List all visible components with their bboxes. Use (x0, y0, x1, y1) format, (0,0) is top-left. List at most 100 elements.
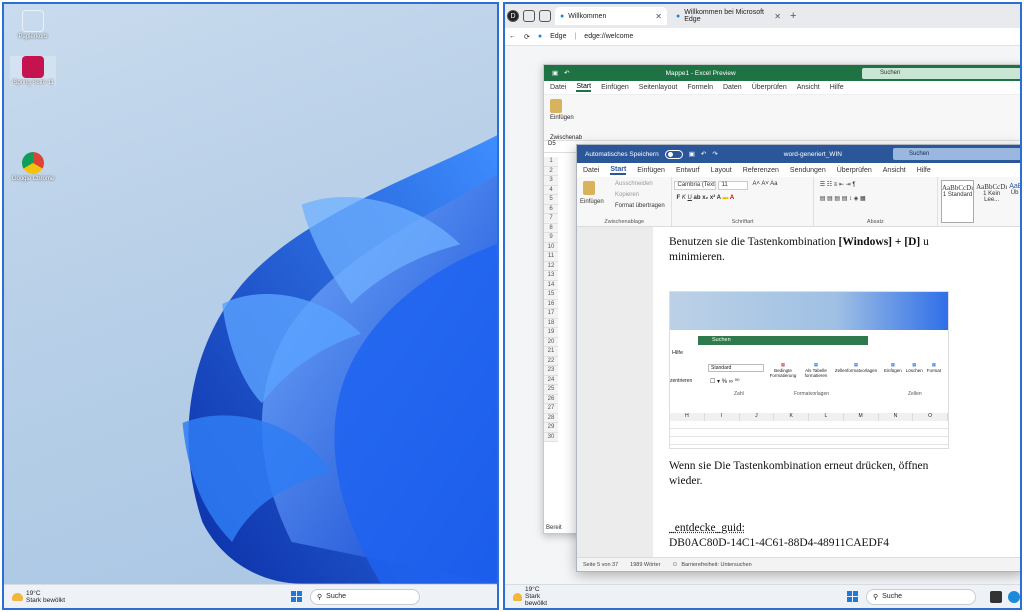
tab-actions-icon[interactable] (539, 10, 551, 22)
copy-button[interactable]: Kopieren (615, 192, 639, 198)
row-header[interactable]: 28 (544, 413, 558, 423)
font-size-select[interactable]: 11 (718, 181, 749, 190)
start-button[interactable] (847, 591, 858, 602)
row-header[interactable]: 13 (544, 271, 558, 281)
word-count[interactable]: 1989 Wörter (630, 562, 660, 568)
close-icon[interactable]: ✕ (655, 12, 662, 21)
styles-group: AaBbCcDı 1 Standard AaBbCcDı 1 Kein Lee...… (938, 177, 1020, 226)
menu-entwurf[interactable]: Entwurf (676, 167, 700, 174)
menu-sendungen[interactable]: Sendungen (790, 167, 826, 174)
menu-layout[interactable]: Layout (711, 167, 732, 174)
menu-datei[interactable]: Datei (550, 84, 566, 91)
row-header[interactable]: 20 (544, 337, 558, 347)
redo-icon[interactable]: ↷ (712, 150, 717, 158)
row-header[interactable]: 18 (544, 318, 558, 328)
font-name-select[interactable]: Cambria (Text (674, 181, 717, 190)
menu-ansicht[interactable]: Ansicht (883, 167, 906, 174)
desktop-icon-recycle-bin[interactable]: Papierkorb (10, 10, 56, 40)
style-heading[interactable]: AaBÜb (1009, 180, 1020, 223)
row-header[interactable]: 4 (544, 185, 558, 195)
row-header[interactable]: 11 (544, 252, 558, 262)
menu-einfuegen[interactable]: Einfügen (601, 84, 629, 91)
row-header[interactable]: 25 (544, 385, 558, 395)
row-header[interactable]: 5 (544, 195, 558, 205)
menu-ueberpruefen[interactable]: Überprüfen (752, 84, 787, 91)
paste-icon[interactable] (550, 99, 562, 113)
excel-search[interactable]: Suchen (862, 67, 1020, 79)
menu-daten[interactable]: Daten (723, 84, 742, 91)
undo-icon[interactable]: ↶ (564, 69, 569, 77)
row-header[interactable]: 16 (544, 299, 558, 309)
accessibility-status[interactable]: Barrierefreiheit: Untersuchen (681, 562, 751, 568)
tab-welcome-edge[interactable]: ● Willkommen bei Microsoft Edge ✕ (671, 7, 786, 25)
row-header[interactable]: 8 (544, 223, 558, 233)
page-count[interactable]: Seite 5 von 37 (583, 562, 618, 568)
save-icon[interactable]: ▣ (689, 150, 695, 158)
tab-willkommen[interactable]: ● Willkommen ✕ (555, 7, 667, 25)
start-button[interactable] (291, 591, 303, 602)
menu-seitenlayout[interactable]: Seitenlayout (639, 84, 678, 91)
row-header[interactable]: 27 (544, 404, 558, 414)
desktop-icon-ispring[interactable]: iSpring Suite 11 (10, 56, 56, 86)
refresh-icon[interactable]: ⟳ (524, 33, 530, 41)
weather-widget[interactable]: 19°C Stark bewölkt (12, 590, 65, 604)
menu-datei[interactable]: Datei (583, 167, 599, 174)
row-header[interactable]: 14 (544, 280, 558, 290)
row-header[interactable]: 7 (544, 214, 558, 224)
site-label: Edge (550, 33, 567, 40)
row-header[interactable]: 12 (544, 261, 558, 271)
back-icon[interactable]: ← (509, 33, 516, 40)
format-painter-button[interactable]: Format übertragen (615, 203, 665, 209)
save-icon[interactable]: ▣ (552, 69, 558, 77)
style-standard[interactable]: AaBbCcDı 1 Standard (941, 180, 975, 223)
workspaces-icon[interactable] (523, 10, 535, 22)
taskbar-search[interactable]: ⚲ Suche (866, 588, 976, 605)
row-header[interactable]: 29 (544, 423, 558, 433)
row-header[interactable]: 6 (544, 204, 558, 214)
bold-button[interactable]: F K U ab x₂ x² A ▬ A (676, 195, 734, 201)
menu-referenzen[interactable]: Referenzen (743, 167, 779, 174)
autosave-toggle[interactable] (664, 149, 683, 159)
list-icons[interactable]: ☰ ☷ ≡ ⇤ ⇥ ¶ (820, 181, 856, 188)
row-header[interactable]: 26 (544, 394, 558, 404)
row-header[interactable]: 30 (544, 432, 558, 442)
row-header[interactable]: 1 (544, 157, 558, 167)
row-header[interactable]: 9 (544, 233, 558, 243)
row-header[interactable]: 21 (544, 347, 558, 357)
row-header[interactable]: 2 (544, 166, 558, 176)
menu-einfuegen[interactable]: Einfügen (637, 167, 665, 174)
menu-formeln[interactable]: Formeln (687, 84, 713, 91)
row-header[interactable]: 10 (544, 242, 558, 252)
menu-start[interactable]: Start (576, 83, 592, 92)
row-header[interactable]: 3 (544, 176, 558, 186)
desktop-icon-chrome[interactable]: Google Chrome (10, 152, 56, 182)
paste-icon[interactable] (583, 181, 595, 195)
row-header[interactable]: 24 (544, 375, 558, 385)
close-icon[interactable]: ✕ (774, 12, 781, 21)
profile-icon[interactable]: D (507, 10, 519, 22)
row-header[interactable]: 22 (544, 356, 558, 366)
align-icons[interactable]: ▤ ▤ ▤ ▤ ↕ ◈ ▦ (820, 195, 866, 202)
menu-ueberpruefen[interactable]: Überprüfen (837, 167, 872, 174)
style-no-spacing[interactable]: AaBbCcDı 1 Kein Lee... (976, 180, 1007, 223)
row-header[interactable]: 19 (544, 328, 558, 338)
row-header[interactable]: 15 (544, 290, 558, 300)
weather-widget[interactable]: 19°C Stark bewölkt (513, 586, 557, 607)
explorer-icon[interactable] (990, 590, 1002, 603)
url-field[interactable]: edge://welcome (584, 33, 633, 40)
paste-button[interactable]: Einfügen (580, 199, 604, 205)
cut-button[interactable]: Ausschneiden (615, 181, 653, 187)
menu-hilfe[interactable]: Hilfe (917, 167, 931, 174)
taskbar-search[interactable]: ⚲ Suche (310, 588, 421, 605)
row-header[interactable]: 23 (544, 366, 558, 376)
menu-start[interactable]: Start (610, 166, 627, 175)
word-search[interactable]: Suchen (893, 148, 1020, 160)
edge-taskbar-icon[interactable] (1008, 590, 1020, 603)
menu-hilfe[interactable]: Hilfe (830, 84, 844, 91)
undo-icon[interactable]: ↶ (701, 150, 706, 158)
row-header[interactable]: 17 (544, 309, 558, 319)
inner-menu-hilfe: Hilfe (672, 350, 684, 356)
grow-font-icon[interactable]: A˄ A˅ Aa (752, 181, 777, 187)
new-tab-button[interactable]: + (790, 10, 796, 22)
menu-ansicht[interactable]: Ansicht (797, 84, 820, 91)
